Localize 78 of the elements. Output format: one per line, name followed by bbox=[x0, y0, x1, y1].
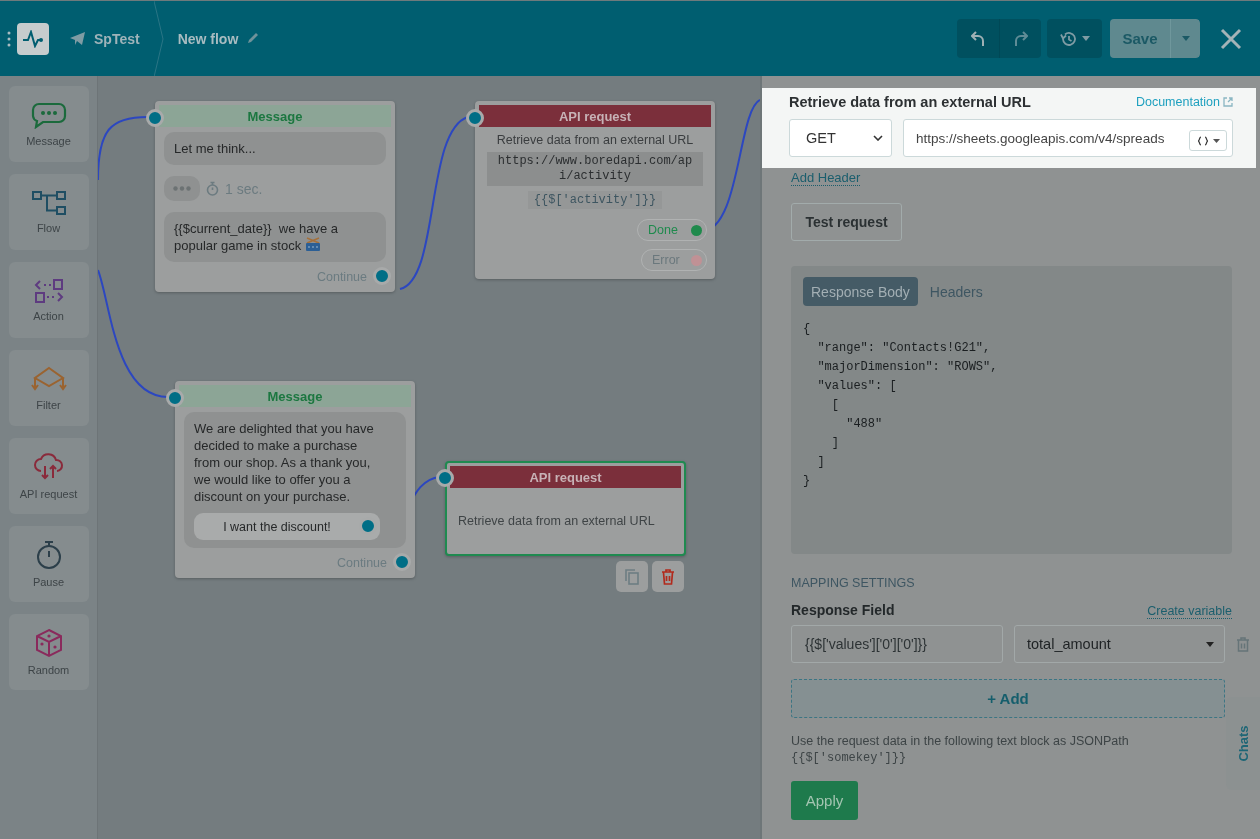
quick-reply-button[interactable]: I want the discount! bbox=[194, 513, 380, 540]
json-path-text: {{$['activity']}} bbox=[527, 191, 663, 209]
caret-icon bbox=[1212, 138, 1220, 143]
section-heading: MAPPING SETTINGS bbox=[791, 576, 916, 590]
apply-button[interactable]: Apply bbox=[791, 781, 858, 820]
caret-icon bbox=[1206, 641, 1214, 647]
documentation-link[interactable]: Documentation bbox=[1135, 95, 1233, 109]
history-icon[interactable] bbox=[1047, 19, 1102, 58]
pencil-icon[interactable] bbox=[246, 32, 260, 45]
menu-icon[interactable] bbox=[7, 30, 11, 47]
response-body-code: { "range": "Contacts!G21", "majorDimension": "ROWS", "values": [ [ "488" ] ] } bbox=[803, 321, 999, 490]
connector-port[interactable] bbox=[373, 267, 391, 285]
add-mapping-button[interactable]: + Add bbox=[791, 679, 1225, 718]
help-code: {{$['somekey']}} bbox=[791, 751, 908, 765]
api-request-node[interactable]: API request Retrieve data from an external URL bbox=[445, 461, 686, 556]
variable-select[interactable]: total_amount bbox=[1014, 625, 1225, 663]
typing-indicator bbox=[164, 176, 200, 201]
copy-icon[interactable] bbox=[616, 561, 648, 592]
braces-icon bbox=[1196, 135, 1209, 146]
url-field[interactable]: https://sheets.googleapis.com/v4/spreads bbox=[916, 130, 1182, 146]
pulse-logo-icon[interactable] bbox=[17, 22, 49, 55]
stopwatch-icon bbox=[206, 181, 219, 196]
trash-icon[interactable] bbox=[1236, 636, 1250, 652]
cloud-icon bbox=[31, 452, 66, 482]
create-variable-link[interactable]: Create variable bbox=[1147, 604, 1232, 619]
test-request-button[interactable]: Test request bbox=[791, 203, 902, 241]
response-tab[interactable]: Response Body bbox=[803, 277, 918, 306]
add-header-link[interactable]: Add Header bbox=[791, 170, 861, 186]
node-title: Message bbox=[159, 105, 391, 127]
tool-item[interactable]: Random bbox=[8, 614, 89, 690]
response-tab[interactable]: Headers bbox=[921, 277, 991, 306]
chat-bubble-icon bbox=[30, 101, 67, 129]
message-text: We are delighted that you have decided to make a purchase from our shop. As a thank you, we would like to offer you a discount on your purchase. bbox=[194, 421, 375, 504]
tool-item[interactable]: Flow bbox=[8, 174, 89, 250]
node-description: Retrieve data from an external URL bbox=[495, 133, 695, 147]
variable-picker-button[interactable] bbox=[1189, 130, 1227, 151]
node-title: API request bbox=[450, 466, 681, 488]
connector-port[interactable] bbox=[393, 553, 411, 571]
undo-icon[interactable] bbox=[957, 19, 999, 58]
field-label: Response Field bbox=[791, 602, 895, 618]
message-bubble: {{$current_date}} we have a popular game in stock bbox=[164, 212, 386, 262]
caret-icon[interactable] bbox=[1170, 19, 1200, 58]
flow-name[interactable]: New flow bbox=[177, 30, 239, 47]
node-description: Retrieve data from an external URL bbox=[457, 513, 656, 530]
tool-item[interactable]: Pause bbox=[8, 526, 89, 602]
tool-item[interactable]: Message bbox=[8, 86, 89, 162]
filter-icon bbox=[29, 365, 68, 393]
connector-port[interactable] bbox=[436, 469, 454, 487]
panel-title: Retrieve data from an external URL bbox=[789, 94, 1031, 110]
tool-item[interactable]: API request bbox=[8, 438, 89, 514]
external-link-icon bbox=[1223, 97, 1233, 107]
connector-line bbox=[98, 116, 149, 181]
bot-name[interactable]: SpTest bbox=[94, 30, 140, 47]
chevron-down-icon bbox=[873, 135, 883, 141]
url-input-box[interactable]: https://sheets.googleapis.com/v4/spreads bbox=[903, 119, 1233, 157]
url-text: https://www.boredapi.com/api/activity bbox=[487, 152, 703, 186]
drum-icon bbox=[304, 237, 321, 252]
done-output[interactable]: Done bbox=[637, 219, 707, 241]
trash-icon[interactable] bbox=[652, 561, 684, 592]
node-title: API request bbox=[479, 105, 711, 127]
method-select[interactable]: GET bbox=[789, 119, 892, 157]
node-title: Message bbox=[179, 385, 411, 407]
connector-port[interactable] bbox=[466, 109, 484, 127]
connector-port[interactable] bbox=[166, 389, 184, 407]
paper-plane-icon bbox=[69, 31, 86, 46]
redo-icon[interactable] bbox=[999, 19, 1041, 58]
save-button[interactable]: Save bbox=[1110, 19, 1170, 58]
close-icon[interactable] bbox=[1220, 27, 1242, 50]
connector-port[interactable] bbox=[146, 109, 164, 127]
stopwatch-icon bbox=[34, 540, 63, 570]
flow-icon bbox=[30, 190, 67, 216]
dice-icon bbox=[33, 628, 64, 658]
action-icon bbox=[33, 278, 64, 304]
message-bubble: Let me think... bbox=[164, 132, 386, 165]
tool-item[interactable]: Action bbox=[8, 262, 89, 338]
tool-item[interactable]: Filter bbox=[8, 350, 89, 426]
help-text: Use the request data in the following text block as JSONPath bbox=[791, 734, 1130, 748]
response-path-field[interactable]: {{$['values']['0']['0']}} bbox=[791, 625, 1003, 663]
